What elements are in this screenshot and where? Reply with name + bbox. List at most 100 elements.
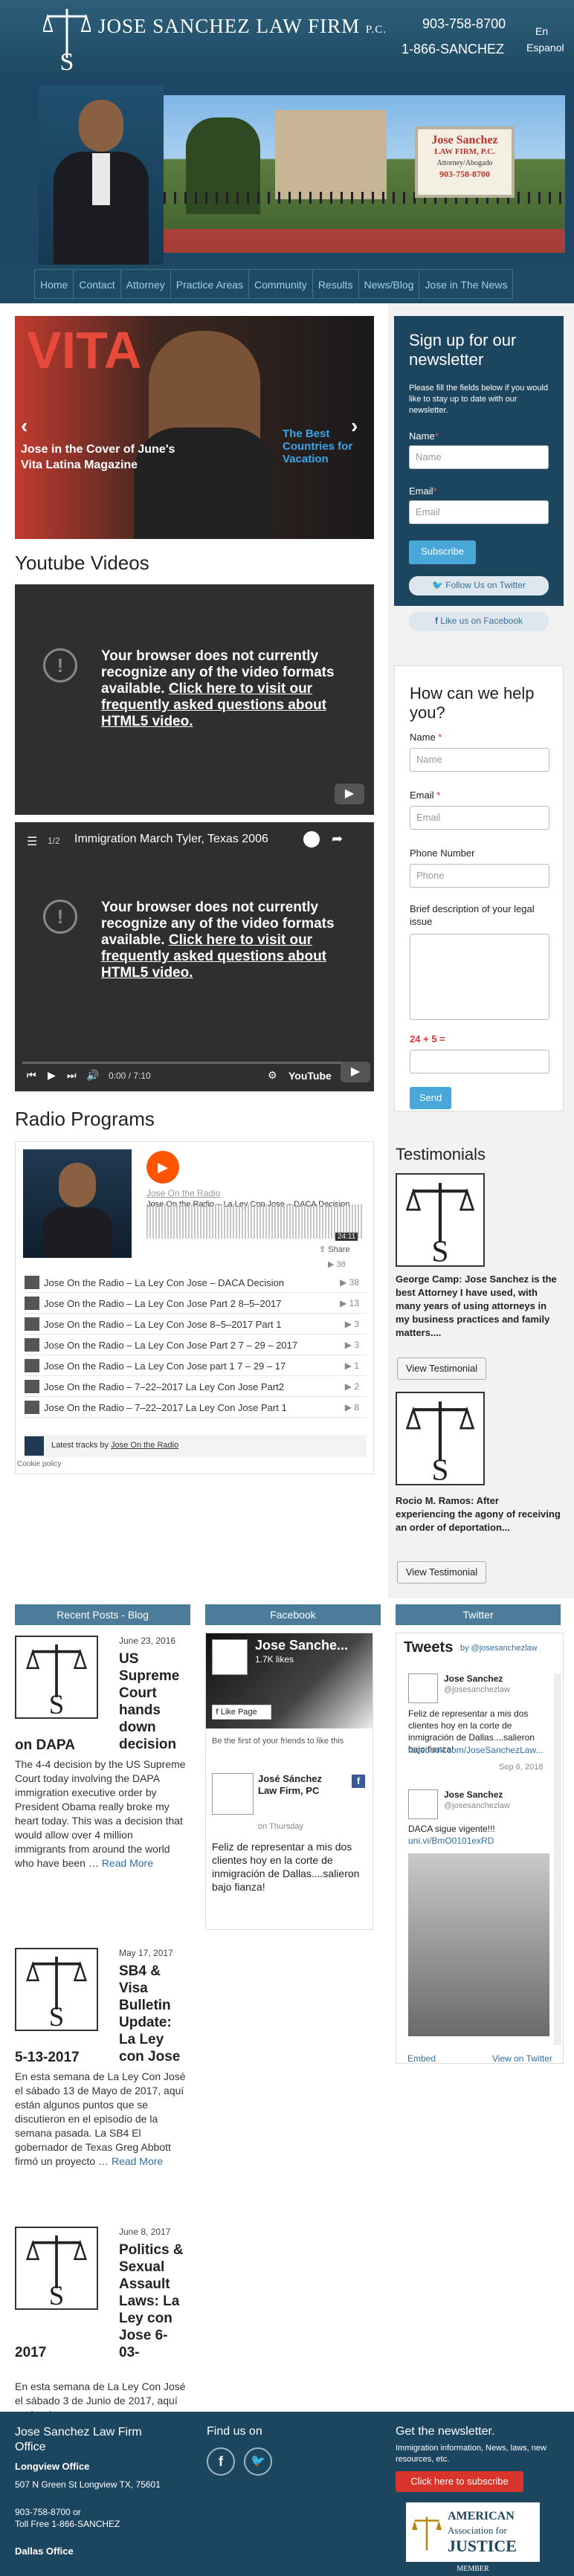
blog-post-title-cont[interactable]: 5-13-2017: [15, 2049, 186, 2066]
facebook-post-name[interactable]: José Sánchez Law Firm, PC: [258, 1773, 340, 1797]
tweet-2-avatar[interactable]: [408, 1789, 438, 1819]
radio-track-row[interactable]: Jose On the Radio – La Ley Con Jose Part…: [23, 1294, 367, 1314]
skip-back-icon[interactable]: ⏮: [27, 1069, 36, 1082]
radio-play-button[interactable]: ▶: [146, 1151, 179, 1184]
youtube-icon[interactable]: ▶: [335, 784, 364, 804]
nav-jose-in-the-news[interactable]: Jose in The News: [419, 270, 512, 298]
tweet-1-handle[interactable]: @josesanchezlaw: [444, 1685, 510, 1694]
lang-english-link[interactable]: En: [535, 25, 548, 37]
radio-track-row[interactable]: Jose On the Radio – La Ley Con Jose Part…: [23, 1335, 367, 1355]
youtube-logo[interactable]: YouTube: [288, 1070, 332, 1082]
track-title[interactable]: Jose On the Radio – La Ley Con Jose – DA…: [44, 1277, 284, 1288]
nav-community[interactable]: Community: [249, 270, 313, 298]
nav-contact[interactable]: Contact: [74, 270, 121, 298]
facebook-page-avatar[interactable]: [212, 1639, 248, 1675]
footer-tollfree[interactable]: Toll Free 1-866-SANCHEZ: [15, 2519, 120, 2529]
playlist-icon[interactable]: ☰: [27, 834, 37, 849]
facebook-page-name[interactable]: Jose Sanche...: [255, 1638, 348, 1653]
tweets-scrollbar[interactable]: [554, 1673, 561, 2045]
send-button[interactable]: Send: [410, 1087, 451, 1109]
nav-attorney[interactable]: Attorney: [121, 270, 171, 298]
radio-track-row[interactable]: Jose On the Radio – La Ley Con Jose part…: [23, 1356, 367, 1376]
image-slider[interactable]: VITA The Best Countries for Vacation: [15, 316, 374, 539]
blog-post-title-cont[interactable]: on DAPA: [15, 1737, 186, 1754]
twitter-view-link[interactable]: View on Twitter: [492, 2053, 552, 2064]
twitter-embed-link[interactable]: Embed: [407, 2053, 436, 2064]
phone-tollfree[interactable]: 1-866-SANCHEZ: [402, 42, 504, 57]
newsletter-name-input[interactable]: Name: [409, 445, 549, 469]
share-icon[interactable]: ➦: [332, 831, 343, 847]
nav-news-blog[interactable]: News/Blog: [359, 270, 420, 298]
radio-artwork[interactable]: [23, 1149, 132, 1258]
aaj-member-badge[interactable]: AMERICAN Association for JUSTICE MEMBER: [406, 2502, 540, 2576]
volume-icon[interactable]: 🔊: [86, 1069, 99, 1082]
tweet-1-date[interactable]: Sep 6, 2018: [499, 1763, 543, 1772]
track-title[interactable]: Jose On the Radio – 7–22–2017 La Ley Con…: [44, 1402, 287, 1413]
blog-post-thumbnail[interactable]: S: [15, 1948, 98, 2032]
track-title[interactable]: Jose On the Radio – La Ley Con Jose 8–5–…: [44, 1319, 281, 1330]
radio-share-button[interactable]: ⇪ Share: [319, 1245, 350, 1254]
nav-practice-areas[interactable]: Practice Areas: [171, 270, 250, 298]
tweets-by-link[interactable]: by @josesanchezlaw: [460, 1644, 538, 1653]
radio-footer-avatar[interactable]: [25, 1436, 44, 1456]
skip-forward-icon[interactable]: ⏭: [67, 1069, 77, 1082]
help-name-input[interactable]: Name: [410, 748, 549, 772]
track-title[interactable]: Jose On the Radio – La Ley Con Jose part…: [44, 1360, 286, 1372]
video-progress-bar[interactable]: [22, 1062, 367, 1064]
view-testimonial-1-button[interactable]: View Testimonial: [397, 1358, 486, 1380]
facebook-post-avatar[interactable]: [212, 1773, 254, 1815]
newsletter-email-input[interactable]: Email: [409, 500, 549, 524]
nav-results[interactable]: Results: [313, 270, 359, 298]
help-email-input[interactable]: Email: [410, 806, 549, 830]
clock-icon[interactable]: [303, 831, 320, 848]
radio-track-row[interactable]: Jose On the Radio – La Ley Con Jose – DA…: [23, 1273, 367, 1293]
radio-track-row[interactable]: Jose On the Radio – 7–22–2017 La Ley Con…: [23, 1377, 367, 1397]
phone-local[interactable]: 903-758-8700: [422, 16, 506, 32]
facebook-like-page-button[interactable]: f Like Page: [212, 1705, 271, 1720]
slider-next-arrow[interactable]: ›: [351, 414, 358, 438]
radio-track-row[interactable]: Jose On the Radio – La Ley Con Jose 8–5–…: [23, 1314, 367, 1334]
brand-name[interactable]: JOSE SANCHEZ LAW FIRM P.C.: [98, 15, 387, 38]
cookie-policy-link[interactable]: Cookie policy: [17, 1460, 61, 1468]
like-facebook-button[interactable]: f Like us on Facebook: [409, 612, 549, 631]
tweet-2-name[interactable]: Jose Sanchez: [444, 1789, 503, 1800]
tweet-1-avatar[interactable]: [408, 1673, 438, 1703]
video-player-2[interactable]: ☰ 1/2 Immigration March Tyler, Texas 200…: [15, 822, 374, 1091]
tweet-1-name[interactable]: Jose Sanchez: [444, 1673, 503, 1684]
tweet-2-link[interactable]: uni.vi/BmO0101exRD: [408, 1836, 494, 1846]
captcha-input[interactable]: [410, 1050, 549, 1074]
track-title[interactable]: Jose On the Radio – La Ley Con Jose Part…: [44, 1298, 281, 1309]
footer-facebook-icon[interactable]: f: [207, 2447, 235, 2476]
footer-phone[interactable]: 903-758-8700 or: [15, 2507, 81, 2517]
nav-home[interactable]: Home: [35, 270, 74, 298]
subscribe-button[interactable]: Subscribe: [409, 540, 476, 564]
lang-spanish-link[interactable]: Espanol: [526, 42, 564, 54]
view-testimonial-2-button[interactable]: View Testimonial: [397, 1561, 486, 1584]
footer-twitter-icon[interactable]: 🐦: [244, 2447, 272, 2476]
fullscreen-icon[interactable]: ▶: [341, 1062, 370, 1082]
help-desc-textarea[interactable]: [410, 934, 549, 1020]
radio-latest-link[interactable]: Jose On the Radio: [111, 1441, 178, 1450]
radio-waveform[interactable]: [146, 1204, 362, 1239]
read-more-link[interactable]: Read More: [102, 1857, 153, 1869]
help-phone-input[interactable]: Phone: [410, 864, 549, 888]
settings-icon[interactable]: ⚙: [268, 1069, 277, 1082]
track-title[interactable]: Jose On the Radio – 7–22–2017 La Ley Con…: [44, 1381, 284, 1392]
read-more-link[interactable]: Read More: [112, 2155, 163, 2167]
play-icon[interactable]: ▶: [48, 1069, 56, 1082]
logo-icon[interactable]: S: [42, 6, 92, 76]
facebook-logo-icon[interactable]: f: [352, 1775, 365, 1788]
footer-subscribe-button[interactable]: Click here to subscribe: [396, 2471, 523, 2492]
blog-post-thumbnail[interactable]: S: [15, 2227, 98, 2311]
blog-post-title[interactable]: Politics & Sexual Assault Laws: La Ley c…: [119, 2241, 186, 2361]
radio-track-row[interactable]: Jose On the Radio – 7–22–2017 La Ley Con…: [23, 1398, 367, 1418]
video-player-1[interactable]: ! Your browser does not currently recogn…: [15, 584, 374, 815]
blog-post-title-cont[interactable]: 2017: [15, 2344, 186, 2361]
slider-prev-arrow[interactable]: ‹: [21, 414, 28, 438]
tweet-2-handle[interactable]: @josesanchezlaw: [444, 1801, 510, 1810]
follow-twitter-button[interactable]: 🐦 Follow Us on Twitter: [409, 576, 549, 595]
radio-artist-link[interactable]: Jose On the Radio: [146, 1188, 220, 1198]
track-title[interactable]: Jose On the Radio – La Ley Con Jose Part…: [44, 1340, 297, 1351]
tweet-2-photo[interactable]: [408, 1853, 549, 2036]
video-2-title[interactable]: Immigration March Tyler, Texas 2006: [74, 833, 268, 846]
